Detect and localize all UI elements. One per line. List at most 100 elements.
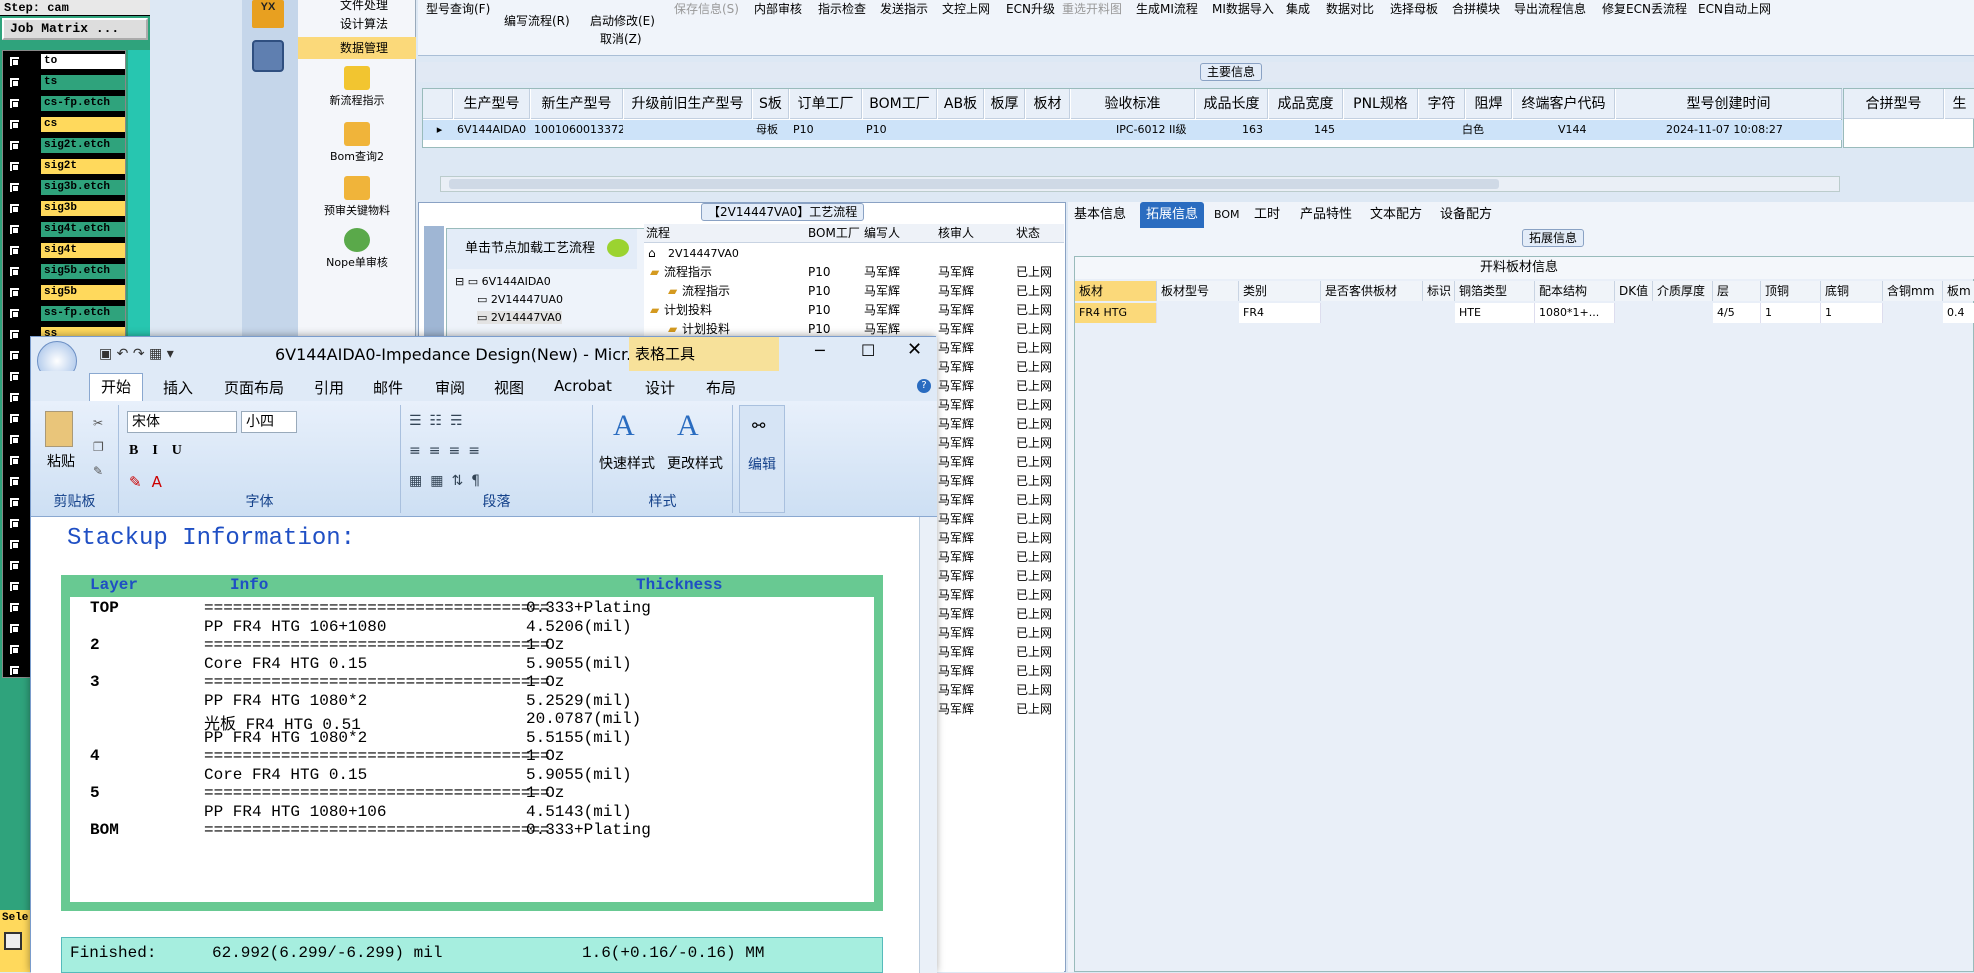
- column-header[interactable]: 板厚: [985, 89, 1025, 119]
- column-header[interactable]: 订单工厂: [790, 89, 862, 119]
- column-header[interactable]: 成品长度: [1196, 89, 1268, 119]
- process-row[interactable]: ▰ 流程指示 P10 马军辉 马军辉 已上网: [644, 263, 1064, 282]
- column-header[interactable]: 配本结构: [1535, 281, 1615, 301]
- job-matrix-button[interactable]: Job Matrix ...: [2, 18, 148, 40]
- layer-row[interactable]: sig2t.etch: [3, 137, 127, 154]
- toolbar-item[interactable]: ECN自动上网: [1698, 0, 1771, 17]
- layer-row[interactable]: sig5b.etch: [3, 263, 127, 280]
- close-button[interactable]: ✕: [907, 339, 922, 360]
- table-cell[interactable]: 1: [1761, 303, 1821, 323]
- layer-checkbox[interactable]: [9, 56, 20, 67]
- layer-checkbox[interactable]: [9, 665, 20, 676]
- new-flow-button[interactable]: 新流程指示: [298, 66, 416, 108]
- column-header[interactable]: AB板: [938, 89, 984, 119]
- layer-checkbox[interactable]: [9, 119, 20, 130]
- layer-checkbox[interactable]: [9, 308, 20, 319]
- column-header[interactable]: 生: [1945, 89, 1974, 119]
- layer-row[interactable]: cs-fp.etch: [3, 95, 127, 112]
- toolbar-item[interactable]: MI数据导入: [1212, 0, 1274, 17]
- tab-design[interactable]: 设计: [645, 377, 675, 398]
- column-header[interactable]: BOM工厂: [808, 224, 860, 243]
- tab-hours[interactable]: 工时: [1248, 202, 1286, 228]
- column-header[interactable]: 介质厚度: [1653, 281, 1713, 301]
- calculator-icon[interactable]: [252, 40, 284, 72]
- table-cell[interactable]: 1080*1+...: [1535, 303, 1615, 323]
- layer-row[interactable]: to: [3, 53, 127, 70]
- layer-row[interactable]: sig5b: [3, 284, 127, 301]
- toolbar-item[interactable]: 合拼模块: [1452, 0, 1500, 17]
- layer-checkbox[interactable]: [9, 287, 20, 298]
- toolbar-item[interactable]: 修复ECN丢流程: [1602, 0, 1687, 17]
- layer-row[interactable]: ss-fp.etch: [3, 305, 127, 322]
- column-header[interactable]: 生产型号: [454, 89, 530, 119]
- layer-checkbox[interactable]: [9, 161, 20, 172]
- layer-name[interactable]: sig2t: [41, 159, 125, 174]
- nav-item-design[interactable]: 设计算法: [298, 13, 416, 35]
- quick-access-toolbar[interactable]: ▣ ↶ ↷ ▦ ▾: [99, 346, 174, 362]
- nav-item-data-management[interactable]: 数据管理: [298, 37, 416, 59]
- tab-text-recipe[interactable]: 文本配方: [1364, 202, 1428, 228]
- layer-name[interactable]: cs: [41, 117, 125, 132]
- toolbar-item[interactable]: 取消(Z): [600, 30, 642, 47]
- layer-checkbox[interactable]: [9, 413, 20, 424]
- toolbar-item[interactable]: 集成: [1286, 0, 1310, 17]
- nope-review-button[interactable]: Nope单审核: [298, 228, 416, 270]
- column-header[interactable]: 铜箔类型: [1455, 281, 1535, 301]
- layer-checkbox[interactable]: [9, 518, 20, 529]
- layer-name[interactable]: sig3b: [41, 201, 125, 216]
- column-header[interactable]: 升级前旧生产型号: [624, 89, 752, 119]
- column-header[interactable]: 字符: [1419, 89, 1465, 119]
- column-header[interactable]: 顶铜: [1761, 281, 1821, 301]
- layer-checkbox[interactable]: [9, 602, 20, 613]
- font-size-select[interactable]: 小四: [241, 411, 297, 433]
- layer-checkbox[interactable]: [9, 560, 20, 571]
- font-name-select[interactable]: 宋体: [127, 411, 237, 433]
- column-header[interactable]: 标识: [1423, 281, 1455, 301]
- process-row[interactable]: ▰ 计划投料 P10 马军辉 马军辉 已上网: [644, 301, 1064, 320]
- column-header[interactable]: 含铜mm: [1883, 281, 1943, 301]
- layer-name[interactable]: sig4t.etch: [41, 222, 125, 237]
- process-row[interactable]: ▰ 流程指示 P10 马军辉 马军辉 已上网: [644, 282, 1064, 301]
- layer-checkbox[interactable]: [9, 497, 20, 508]
- toolbar-item[interactable]: 型号查询(F): [426, 0, 490, 17]
- column-header[interactable]: 类别: [1239, 281, 1321, 301]
- cut-copy-icons[interactable]: ✂ ❐ ✎: [93, 411, 104, 483]
- layer-checkbox[interactable]: [9, 182, 20, 193]
- layer-checkbox[interactable]: [9, 644, 20, 655]
- column-header[interactable]: 型号创建时间: [1616, 89, 1842, 119]
- column-header[interactable]: 编写人: [864, 224, 900, 243]
- column-header[interactable]: 板m: [1943, 281, 1974, 301]
- help-icon[interactable]: ?: [917, 379, 931, 393]
- vertical-scrollbar[interactable]: [919, 517, 937, 973]
- layer-checkbox[interactable]: [9, 98, 20, 109]
- column-header[interactable]: 成品宽度: [1269, 89, 1343, 119]
- layer-row[interactable]: sig3b: [3, 200, 127, 217]
- table-cell[interactable]: 1: [1821, 303, 1883, 323]
- column-header[interactable]: 验收标准: [1071, 89, 1195, 119]
- tab-product-features[interactable]: 产品特性: [1294, 202, 1358, 228]
- table-cell[interactable]: 0.4: [1943, 303, 1974, 323]
- layer-checkbox[interactable]: [9, 623, 20, 634]
- toolbar-item[interactable]: ECN升级: [1006, 0, 1055, 17]
- highlight-color-icons[interactable]: ✎A: [129, 473, 172, 491]
- toolbar-item[interactable]: 文控上网: [942, 0, 990, 17]
- quick-style-button[interactable]: 快速样式: [599, 453, 655, 473]
- column-header[interactable]: DK值: [1615, 281, 1653, 301]
- table-cell[interactable]: FR4 HTG: [1075, 303, 1157, 323]
- tab-page-layout[interactable]: 页面布局: [224, 377, 284, 398]
- column-header[interactable]: 核审人: [938, 224, 974, 243]
- toolbar-item[interactable]: 重选开料图: [1062, 0, 1122, 17]
- column-header[interactable]: 新生产型号: [531, 89, 623, 119]
- tab-basic-info[interactable]: 基本信息: [1068, 202, 1132, 228]
- toolbar-item[interactable]: 内部审核: [754, 0, 802, 17]
- table-cell[interactable]: HTE: [1455, 303, 1535, 323]
- layer-checkbox[interactable]: [9, 581, 20, 592]
- review-material-button[interactable]: 预审关键物料: [298, 176, 416, 218]
- layer-row[interactable]: sig3b.etch: [3, 179, 127, 196]
- layer-name[interactable]: sig5b: [41, 285, 125, 300]
- column-header[interactable]: 流程: [646, 224, 670, 243]
- toolbar-item[interactable]: 启动修改(E): [590, 12, 655, 29]
- layer-name[interactable]: to: [41, 54, 125, 69]
- tab-view[interactable]: 视图: [494, 377, 524, 398]
- toolbar-item[interactable]: 数据对比: [1326, 0, 1374, 17]
